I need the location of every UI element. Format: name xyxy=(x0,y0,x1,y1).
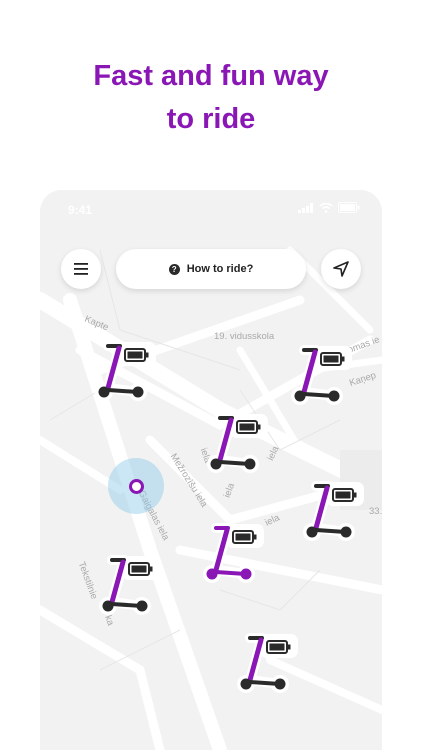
map-label-33: 33. xyxy=(369,506,382,517)
scooter-marker[interactable] xyxy=(98,554,164,620)
locate-me-button[interactable] xyxy=(321,249,361,289)
battery-status-icon xyxy=(338,202,360,213)
scooter-icon xyxy=(237,633,298,693)
scooter-marker[interactable] xyxy=(290,344,356,410)
menu-button[interactable] xyxy=(61,249,101,289)
status-bar: 9:41 xyxy=(40,190,382,230)
help-icon: ? xyxy=(168,263,180,275)
menu-icon xyxy=(74,263,88,275)
headline: Fast and fun way to ride xyxy=(0,55,422,141)
scooter-icon xyxy=(99,555,160,615)
scooter-icon xyxy=(207,413,268,473)
phone-screen: 9:41 Kaptе 19. vidusskola jomas ie Kaņep… xyxy=(40,190,382,750)
headline-line-2: to ride xyxy=(166,103,256,135)
user-location-marker xyxy=(108,458,164,514)
signal-icon xyxy=(298,202,313,213)
scooter-marker[interactable] xyxy=(302,480,368,546)
scooter-marker[interactable] xyxy=(236,632,302,698)
user-location-dot xyxy=(129,479,144,494)
scooter-icon xyxy=(291,345,352,405)
how-to-ride-button[interactable]: ? How to ride? xyxy=(116,249,306,289)
map-label-school: 19. vidusskola xyxy=(214,331,275,342)
scooter-icon xyxy=(303,481,364,541)
scooter-marker-selected[interactable] xyxy=(202,522,268,588)
status-icons xyxy=(298,202,360,213)
scooter-marker[interactable] xyxy=(206,412,272,478)
status-time: 9:41 xyxy=(68,203,93,217)
wifi-icon xyxy=(319,202,333,213)
scooter-icon xyxy=(203,523,264,583)
headline-line-1: Fast and fun way xyxy=(93,60,329,92)
how-to-ride-label: How to ride? xyxy=(186,263,254,275)
navigation-arrow-icon xyxy=(333,261,349,277)
scooter-marker[interactable] xyxy=(94,340,160,406)
scooter-icon xyxy=(95,341,156,401)
